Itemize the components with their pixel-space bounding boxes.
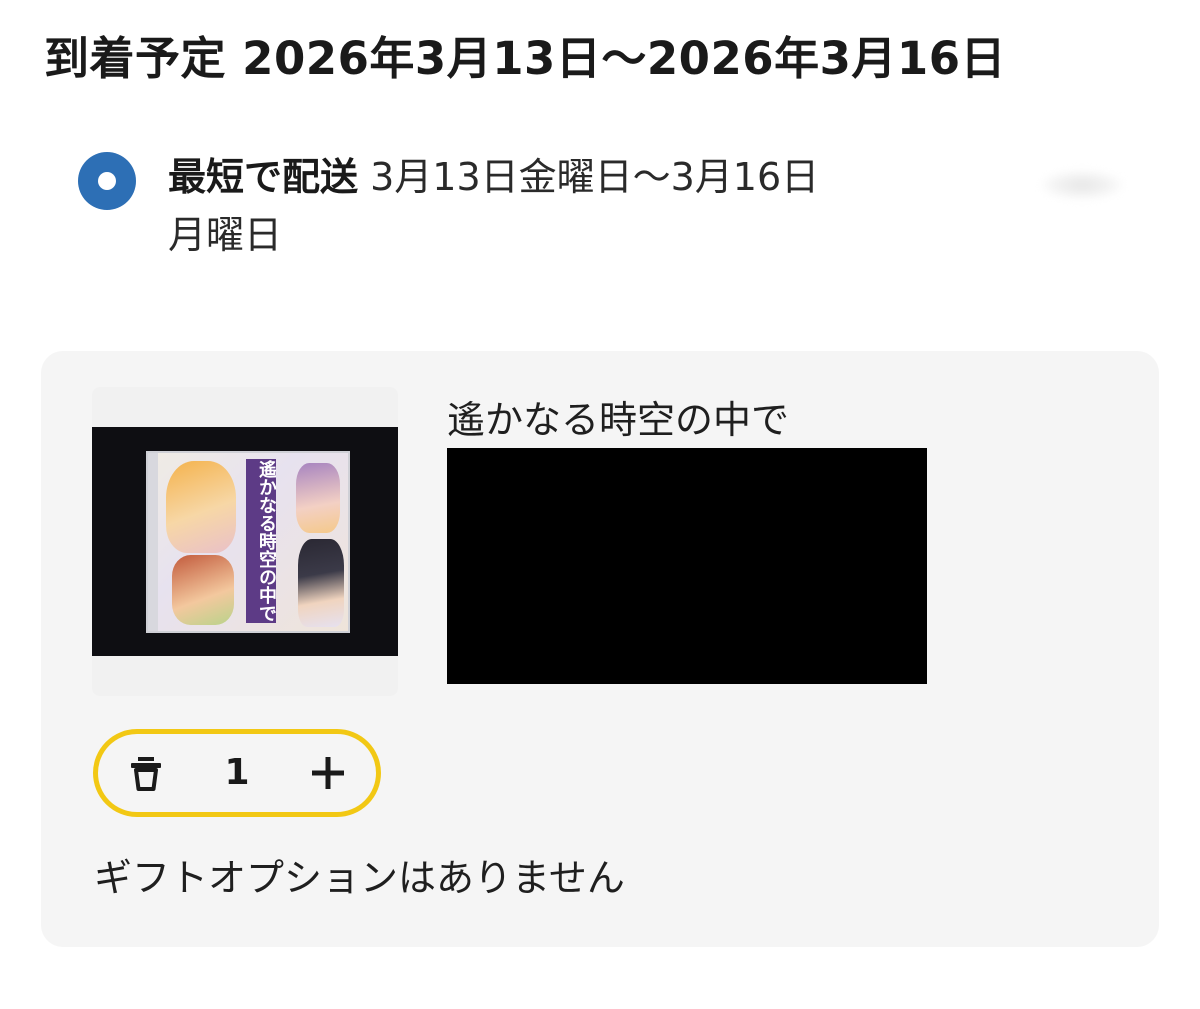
radio-selected-icon[interactable] <box>78 152 136 210</box>
radio-dot <box>98 172 116 190</box>
product-image: 遙かなる時空の中で <box>92 427 398 656</box>
cover-title-text: 遙かなる時空の中で <box>246 459 276 623</box>
delivery-option-text[interactable]: 最短で配送 3月13日金曜日〜3月16日 月曜日 <box>168 148 968 264</box>
quantity-value: 1 <box>224 752 250 793</box>
quantity-stepper[interactable]: 1 <box>93 729 381 817</box>
cd-case-image: 遙かなる時空の中で <box>146 451 350 633</box>
delivery-option-dates: 3月13日金曜日〜3月16日 <box>358 155 820 199</box>
increase-quantity-button[interactable] <box>298 744 358 802</box>
cart-item-card: 遙かなる時空の中で 遙かなる時空の中で 1 ギフトオプションはありません <box>41 351 1159 947</box>
delivery-heading: 到着予定 2026年3月13日〜2026年3月16日 <box>44 32 1007 85</box>
redacted-block <box>447 448 927 684</box>
trash-icon <box>131 757 161 791</box>
product-thumbnail[interactable]: 遙かなる時空の中で <box>92 387 398 696</box>
delivery-option-dates-cont: 月曜日 <box>168 213 283 257</box>
delivery-option[interactable]: 最短で配送 3月13日金曜日〜3月16日 月曜日 <box>78 148 1158 268</box>
trash-button[interactable] <box>116 744 176 802</box>
delivery-option-label: 最短で配送 <box>168 155 359 199</box>
gift-option-note: ギフトオプションはありません <box>94 856 625 900</box>
blurred-mark <box>1040 170 1124 200</box>
product-title[interactable]: 遙かなる時空の中で <box>447 395 789 445</box>
plus-icon <box>312 757 344 789</box>
